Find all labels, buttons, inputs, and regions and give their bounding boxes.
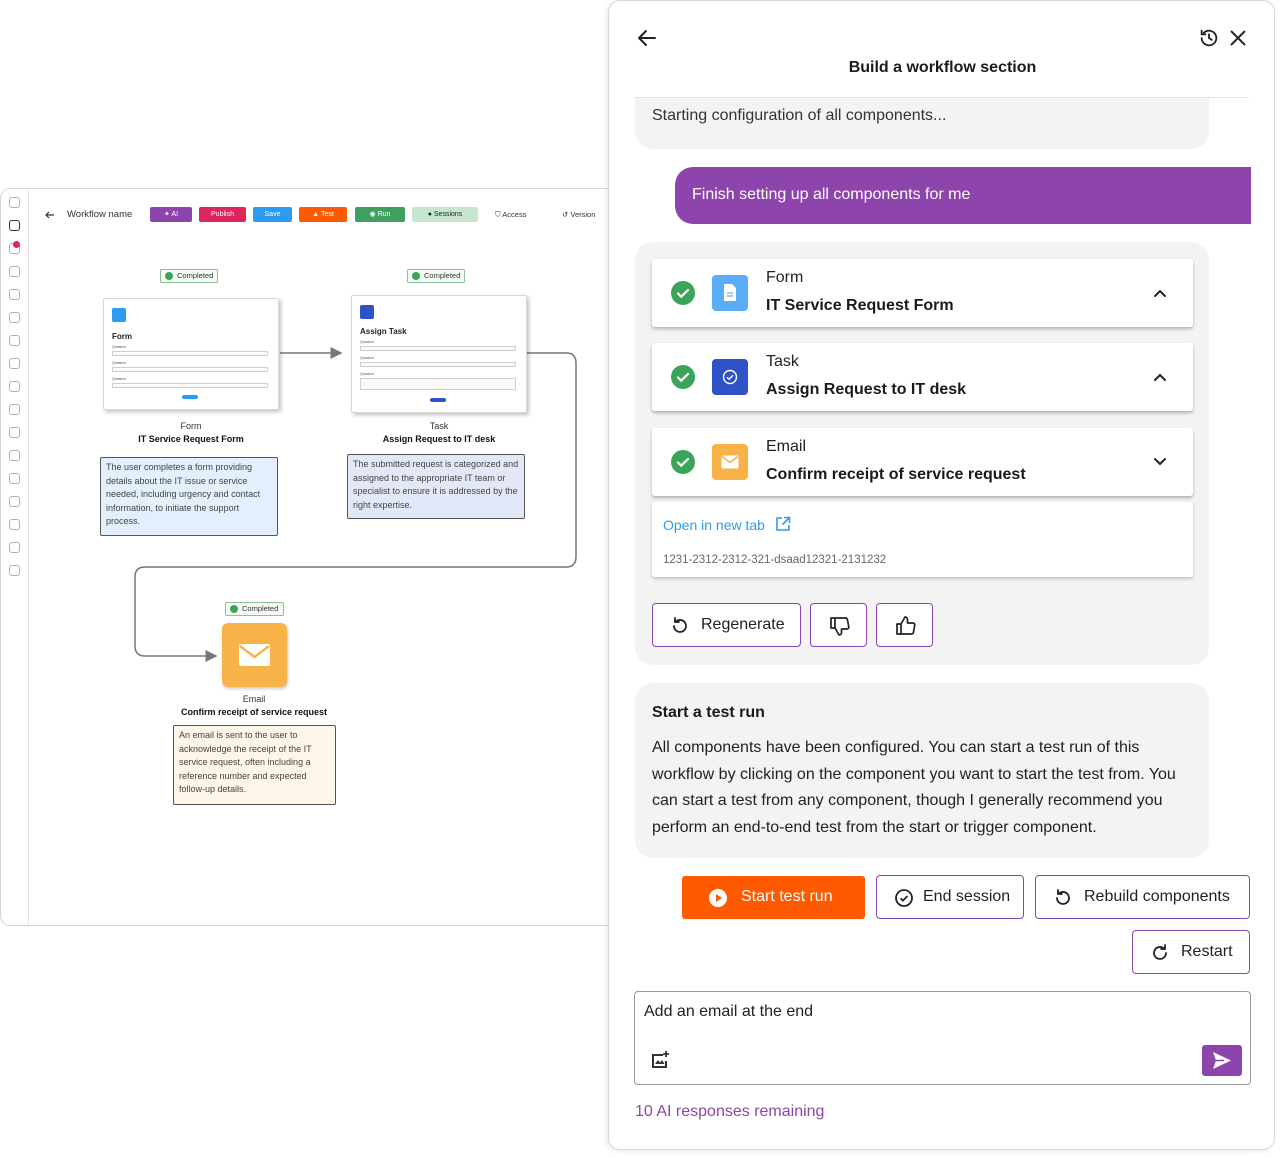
submit-pill xyxy=(430,398,446,402)
question-field xyxy=(360,362,516,367)
document-icon xyxy=(712,275,748,311)
restart-icon xyxy=(1153,944,1167,960)
restart-button[interactable]: Restart xyxy=(1132,930,1250,974)
mail-icon xyxy=(712,444,748,480)
email-node-card[interactable] xyxy=(222,623,287,687)
component-card-form[interactable]: Form IT Service Request Form xyxy=(652,259,1193,327)
chevron-up-icon[interactable] xyxy=(1152,369,1168,385)
form-node-card[interactable]: Form Question Question Question xyxy=(103,298,279,410)
bot-response: Form IT Service Request Form Task Assign… xyxy=(635,242,1209,665)
component-card-email[interactable]: Email Confirm receipt of service request xyxy=(652,428,1193,496)
check-circle-icon xyxy=(671,365,695,389)
panel-title: Build a workflow section xyxy=(848,59,1037,76)
mail-icon xyxy=(239,644,270,666)
message-input[interactable]: Add an email at the end xyxy=(644,1003,813,1021)
chevron-down-icon[interactable] xyxy=(1152,454,1168,470)
close-icon[interactable] xyxy=(1227,27,1249,49)
question-field xyxy=(360,378,516,390)
refresh-icon xyxy=(1056,889,1070,905)
question-label: Question xyxy=(360,372,375,376)
component-type: Form xyxy=(766,269,804,286)
message-text: Finish setting up all components for me xyxy=(692,186,971,203)
node-type: Email xyxy=(242,694,266,704)
play-circle-icon xyxy=(709,889,727,907)
start-test-run-button[interactable]: Start test run xyxy=(682,876,865,919)
question-field xyxy=(112,351,268,356)
rebuild-components-button[interactable]: Rebuild components xyxy=(1035,875,1250,919)
question-label: Question xyxy=(360,356,375,360)
send-icon xyxy=(1213,1052,1231,1069)
check-circle-icon xyxy=(671,281,695,305)
node-name: IT Service Request Form xyxy=(138,434,244,444)
regenerate-button[interactable]: Regenerate xyxy=(652,603,801,647)
chevron-up-icon[interactable] xyxy=(1152,285,1168,301)
node-description: The user completes a form providing deta… xyxy=(100,457,278,536)
end-session-button[interactable]: End session xyxy=(876,875,1024,919)
message-text: Starting configuration of all components… xyxy=(652,107,947,124)
component-name: IT Service Request Form xyxy=(766,297,954,314)
question-label: Question xyxy=(360,340,375,344)
node-description: An email is sent to the user to acknowle… xyxy=(173,725,336,805)
bot-message-test-run: Start a test run All components have bee… xyxy=(635,683,1209,858)
send-button[interactable] xyxy=(1202,1045,1242,1076)
session-id: 1231-2312-2312-321-dsaad12321-2131232 xyxy=(663,554,887,566)
bot-message: Starting configuration of all components… xyxy=(635,98,1209,149)
question-label: Question xyxy=(112,377,127,381)
question-label: Question xyxy=(112,361,127,365)
node-type: Task xyxy=(429,421,449,431)
status-badge: Completed xyxy=(160,269,218,283)
check-circle-icon xyxy=(895,889,913,907)
component-detail: Open in new tab 1231-2312-2312-321-dsaad… xyxy=(652,502,1193,577)
check-circle-icon xyxy=(671,450,695,474)
thumbs-down-icon xyxy=(830,617,850,636)
component-type: Email xyxy=(766,438,807,455)
task-node-card[interactable]: Assign Task Question Question Question xyxy=(351,295,527,413)
question-field xyxy=(360,346,516,351)
external-link-icon[interactable] xyxy=(775,516,791,532)
task-check-icon xyxy=(360,305,374,319)
image-upload-icon[interactable] xyxy=(650,1050,670,1070)
workflow-connectors xyxy=(134,347,577,662)
component-name: Confirm receipt of service request xyxy=(766,466,1026,483)
status-badge: Completed xyxy=(407,269,465,283)
node-name: Assign Request to IT desk xyxy=(382,434,496,444)
component-name: Assign Request to IT desk xyxy=(766,381,967,398)
node-type: Form xyxy=(180,421,202,431)
workflow-editor: Workflow name ✦ AI Publish Save ▲ Test ◉… xyxy=(0,188,640,926)
check-circle-icon xyxy=(165,272,173,280)
document-icon xyxy=(112,308,126,322)
thumbs-up-button[interactable] xyxy=(876,603,933,647)
thumbs-down-button[interactable] xyxy=(810,603,867,647)
message-input-box[interactable]: Add an email at the end xyxy=(634,991,1251,1085)
user-message: Finish setting up all components for me xyxy=(675,167,1251,224)
arrow-left-icon[interactable] xyxy=(635,26,659,50)
message-text: All components have been configured. You… xyxy=(652,739,1176,836)
status-badge: Completed xyxy=(225,602,284,616)
task-check-icon xyxy=(712,359,748,395)
question-field xyxy=(112,383,268,388)
node-card-title: Form xyxy=(112,332,132,341)
component-card-task[interactable]: Task Assign Request to IT desk xyxy=(652,343,1193,411)
node-card-title: Assign Task xyxy=(360,327,407,336)
open-new-tab-link[interactable]: Open in new tab xyxy=(663,517,765,533)
check-circle-icon xyxy=(412,272,420,280)
question-field xyxy=(112,367,268,372)
submit-pill xyxy=(182,395,198,399)
node-name: Confirm receipt of service request xyxy=(180,707,328,717)
node-description: The submitted request is categorized and… xyxy=(347,454,525,519)
question-label: Question xyxy=(112,345,127,349)
ai-responses-remaining: 10 AI responses remaining xyxy=(635,1103,825,1120)
refresh-icon xyxy=(673,617,687,633)
component-type: Task xyxy=(766,353,799,370)
workflow-assistant-panel: Build a workflow section Starting config… xyxy=(608,0,1275,1150)
thumbs-up-icon xyxy=(896,616,916,635)
message-heading: Start a test run xyxy=(652,704,765,721)
check-circle-icon xyxy=(230,605,238,613)
history-icon[interactable] xyxy=(1198,27,1220,49)
